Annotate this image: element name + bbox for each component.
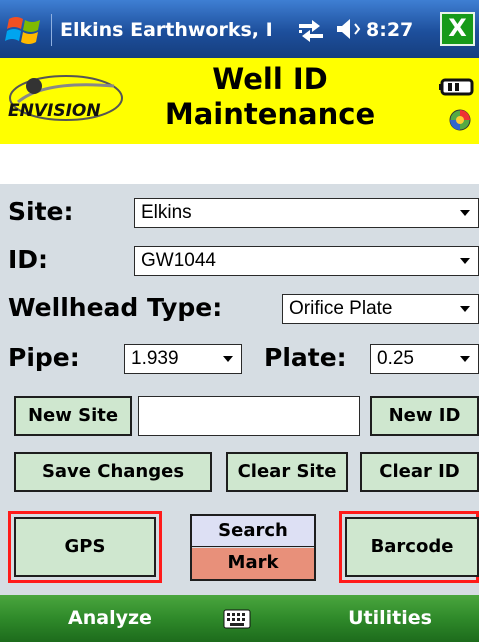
app-title: Elkins Earthworks, I bbox=[60, 19, 273, 41]
dropdown-arrow-icon bbox=[460, 210, 470, 216]
menu-analyze[interactable]: Analyze bbox=[40, 595, 180, 642]
search-button[interactable]: Search bbox=[192, 516, 314, 547]
mark-button[interactable]: Mark bbox=[192, 548, 314, 579]
id-label: ID: bbox=[8, 245, 49, 274]
wellhead-type-dropdown[interactable]: Orifice Plate bbox=[282, 294, 479, 324]
site-value: Elkins bbox=[141, 202, 192, 223]
menu-utilities[interactable]: Utilities bbox=[320, 595, 460, 642]
battery-icon[interactable] bbox=[438, 76, 479, 98]
wellhead-type-label: Wellhead Type: bbox=[8, 293, 223, 322]
new-site-input[interactable] bbox=[138, 396, 360, 436]
barcode-button[interactable]: Barcode bbox=[345, 517, 479, 577]
clock[interactable]: 8:27 bbox=[366, 14, 413, 46]
site-dropdown[interactable]: Elkins bbox=[134, 198, 479, 228]
logo-text: ENVISION bbox=[8, 101, 101, 121]
app-icon[interactable] bbox=[438, 108, 479, 132]
volume-icon[interactable] bbox=[334, 16, 362, 42]
dropdown-arrow-icon bbox=[460, 356, 470, 362]
page-title-line2: Maintenance bbox=[164, 97, 376, 131]
pipe-value: 1.939 bbox=[131, 348, 179, 369]
form-panel: Site: Elkins ID: GW1044 Wellhead Type: O… bbox=[0, 184, 479, 595]
plate-label: Plate: bbox=[264, 343, 347, 372]
wellhead-type-value: Orifice Plate bbox=[289, 298, 393, 319]
plate-dropdown[interactable]: 0.25 bbox=[370, 344, 479, 374]
envision-logo: ENVISION bbox=[8, 75, 123, 121]
clear-site-button[interactable]: Clear Site bbox=[226, 452, 348, 492]
id-dropdown[interactable]: GW1044 bbox=[134, 246, 479, 276]
title-bar: Elkins Earthworks, I 8:27 X bbox=[0, 0, 479, 58]
site-label: Site: bbox=[8, 197, 74, 226]
search-mark-group: Search Mark bbox=[190, 514, 316, 581]
clear-id-button[interactable]: Clear ID bbox=[360, 452, 479, 492]
windows-start-icon[interactable] bbox=[5, 12, 45, 48]
dropdown-arrow-icon bbox=[460, 306, 470, 312]
pipe-label: Pipe: bbox=[8, 343, 80, 372]
plate-value: 0.25 bbox=[377, 348, 414, 369]
close-button[interactable]: X bbox=[440, 12, 475, 46]
id-value: GW1044 bbox=[141, 250, 216, 271]
header-spacer bbox=[0, 144, 479, 184]
dropdown-arrow-icon bbox=[460, 258, 470, 264]
network-icon[interactable] bbox=[296, 16, 326, 42]
page-title-line1: Well ID bbox=[212, 62, 328, 96]
dropdown-arrow-icon bbox=[223, 356, 233, 362]
new-id-button[interactable]: New ID bbox=[370, 396, 479, 436]
app-header: ENVISION Well ID Maintenance bbox=[0, 58, 479, 144]
pipe-dropdown[interactable]: 1.939 bbox=[124, 344, 242, 374]
new-site-button[interactable]: New Site bbox=[14, 396, 132, 436]
gps-button[interactable]: GPS bbox=[14, 517, 156, 577]
close-icon: X bbox=[448, 14, 467, 42]
save-changes-button[interactable]: Save Changes bbox=[14, 452, 212, 492]
title-separator bbox=[51, 14, 52, 46]
menu-bar: Analyze Utilities bbox=[0, 595, 479, 642]
keyboard-icon[interactable] bbox=[223, 609, 251, 629]
